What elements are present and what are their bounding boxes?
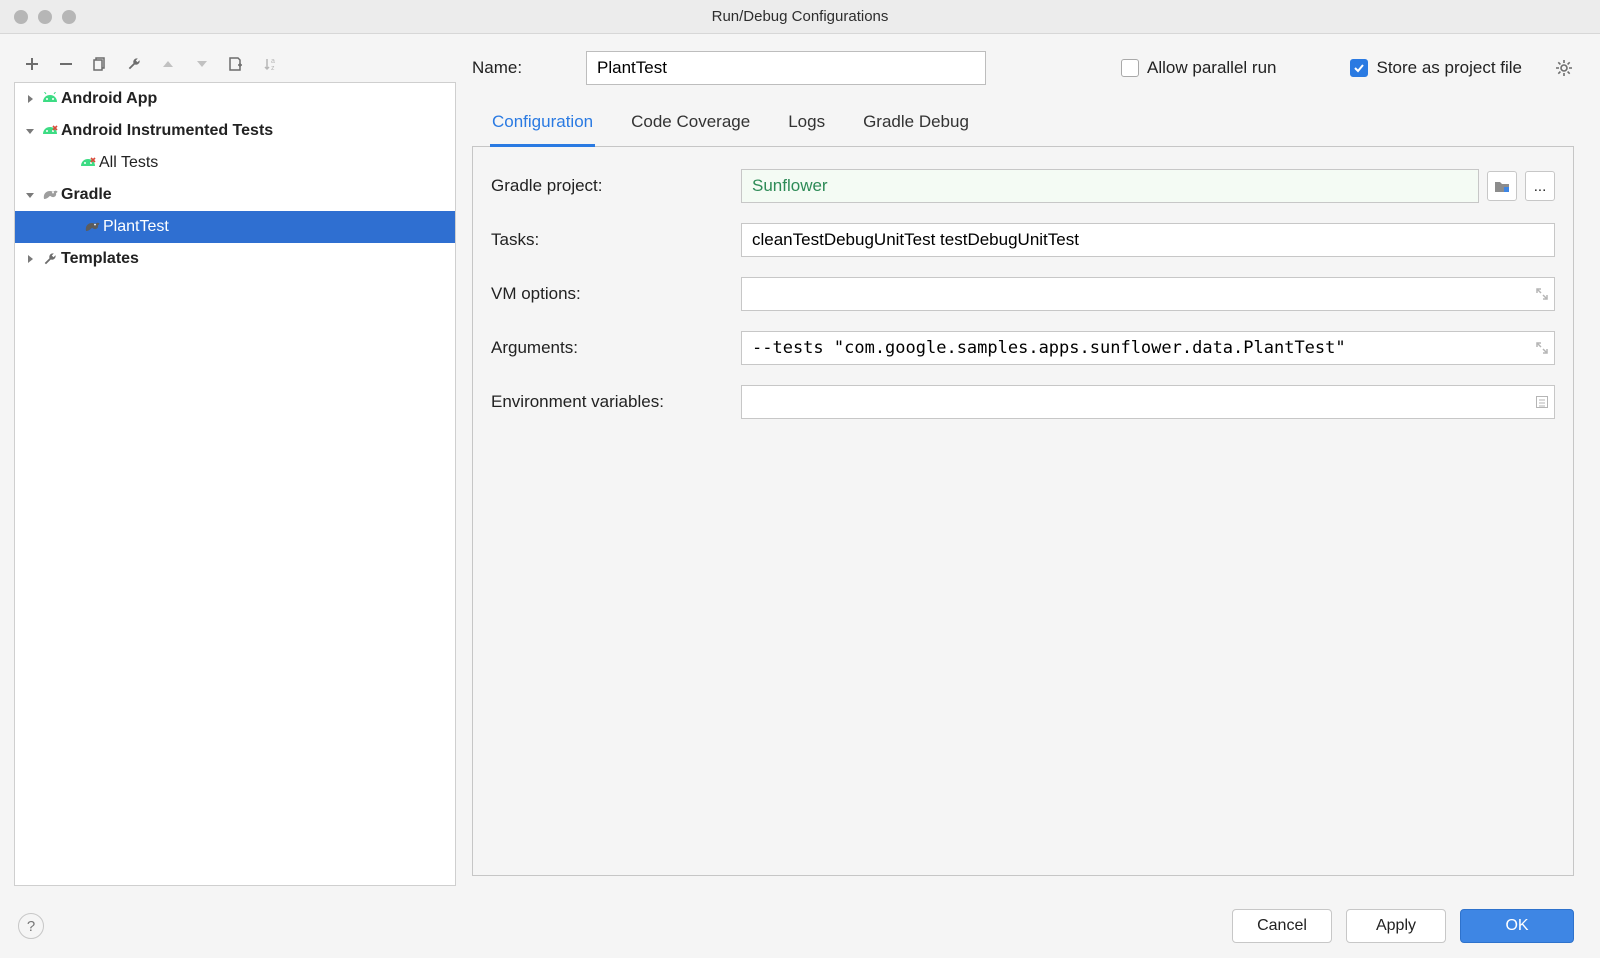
tree-label: Android App: [61, 90, 157, 108]
ok-button[interactable]: OK: [1460, 909, 1574, 943]
wrench-icon[interactable]: [124, 54, 144, 74]
tab-gradle-debug[interactable]: Gradle Debug: [861, 108, 971, 146]
config-tabs: Configuration Code Coverage Logs Gradle …: [472, 92, 1574, 147]
svg-text:z: z: [271, 65, 275, 72]
tasks-input[interactable]: [741, 223, 1555, 257]
allow-parallel-checkbox[interactable]: Allow parallel run: [1121, 58, 1276, 78]
tree-item-planttest[interactable]: PlantTest: [15, 211, 455, 243]
name-row: Name: Allow parallel run Store as projec…: [472, 44, 1574, 92]
help-icon[interactable]: ?: [18, 913, 44, 939]
android-test-icon: [39, 124, 61, 138]
save-template-icon[interactable]: [226, 54, 246, 74]
left-panel: az Android App Android Instr: [0, 34, 468, 894]
tree-item-android-app[interactable]: Android App: [15, 83, 455, 115]
tab-logs[interactable]: Logs: [786, 108, 827, 146]
config-tree[interactable]: Android App Android Instrumented Tests A…: [14, 82, 456, 886]
tab-configuration[interactable]: Configuration: [490, 108, 595, 147]
store-project-label: Store as project file: [1376, 58, 1522, 78]
allow-parallel-label: Allow parallel run: [1147, 58, 1276, 78]
wrench-icon: [39, 251, 61, 267]
arguments-label: Arguments:: [491, 338, 741, 358]
tree-item-templates[interactable]: Templates: [15, 243, 455, 275]
sort-icon[interactable]: az: [260, 54, 280, 74]
move-up-icon[interactable]: [158, 54, 178, 74]
chevron-down-icon: [21, 126, 39, 136]
configuration-form: Gradle project: ... Tasks: VM options:: [472, 147, 1574, 876]
tasks-label: Tasks:: [491, 230, 741, 250]
store-project-checkbox[interactable]: Store as project file: [1350, 58, 1522, 78]
tree-item-all-tests[interactable]: All Tests: [15, 147, 455, 179]
android-icon: [39, 92, 61, 106]
expand-icon[interactable]: [1535, 341, 1549, 355]
gradle-icon: [39, 188, 61, 202]
title-bar: Run/Debug Configurations: [0, 0, 1600, 34]
arguments-input[interactable]: [741, 331, 1555, 365]
gear-icon[interactable]: [1554, 58, 1574, 78]
tree-item-gradle[interactable]: Gradle: [15, 179, 455, 211]
chevron-right-icon: [21, 94, 39, 104]
dialog-footer: ? Cancel Apply OK: [0, 894, 1600, 958]
ellipsis-button[interactable]: ...: [1525, 171, 1555, 201]
apply-button[interactable]: Apply: [1346, 909, 1446, 943]
copy-icon[interactable]: [90, 54, 110, 74]
chevron-down-icon: [21, 190, 39, 200]
tree-item-android-instrumented-tests[interactable]: Android Instrumented Tests: [15, 115, 455, 147]
remove-icon[interactable]: [56, 54, 76, 74]
tree-label: Templates: [61, 250, 139, 268]
expand-icon[interactable]: [1535, 287, 1549, 301]
config-toolbar: az: [14, 46, 456, 82]
move-down-icon[interactable]: [192, 54, 212, 74]
tree-label: PlantTest: [103, 218, 169, 236]
env-vars-input[interactable]: [741, 385, 1555, 419]
chevron-right-icon: [21, 254, 39, 264]
name-input[interactable]: [586, 51, 986, 85]
name-label: Name:: [472, 58, 562, 78]
add-icon[interactable]: [22, 54, 42, 74]
folder-picker-icon[interactable]: [1487, 171, 1517, 201]
gradle-project-input[interactable]: [741, 169, 1479, 203]
vm-options-input[interactable]: [741, 277, 1555, 311]
gradle-project-label: Gradle project:: [491, 176, 741, 196]
tree-label: Gradle: [61, 186, 112, 204]
svg-text:a: a: [271, 58, 275, 65]
checkbox-icon: [1121, 59, 1139, 77]
right-panel: Name: Allow parallel run Store as projec…: [468, 34, 1600, 894]
cancel-button[interactable]: Cancel: [1232, 909, 1332, 943]
android-test-icon: [77, 156, 99, 170]
tab-code-coverage[interactable]: Code Coverage: [629, 108, 752, 146]
checkbox-checked-icon: [1350, 59, 1368, 77]
window-title: Run/Debug Configurations: [0, 8, 1600, 25]
list-icon[interactable]: [1535, 395, 1549, 409]
gradle-icon: [81, 220, 103, 234]
main-content: az Android App Android Instr: [0, 34, 1600, 894]
vm-options-label: VM options:: [491, 284, 741, 304]
env-vars-label: Environment variables:: [491, 392, 741, 412]
tree-label: Android Instrumented Tests: [61, 122, 273, 140]
tree-label: All Tests: [99, 154, 158, 172]
